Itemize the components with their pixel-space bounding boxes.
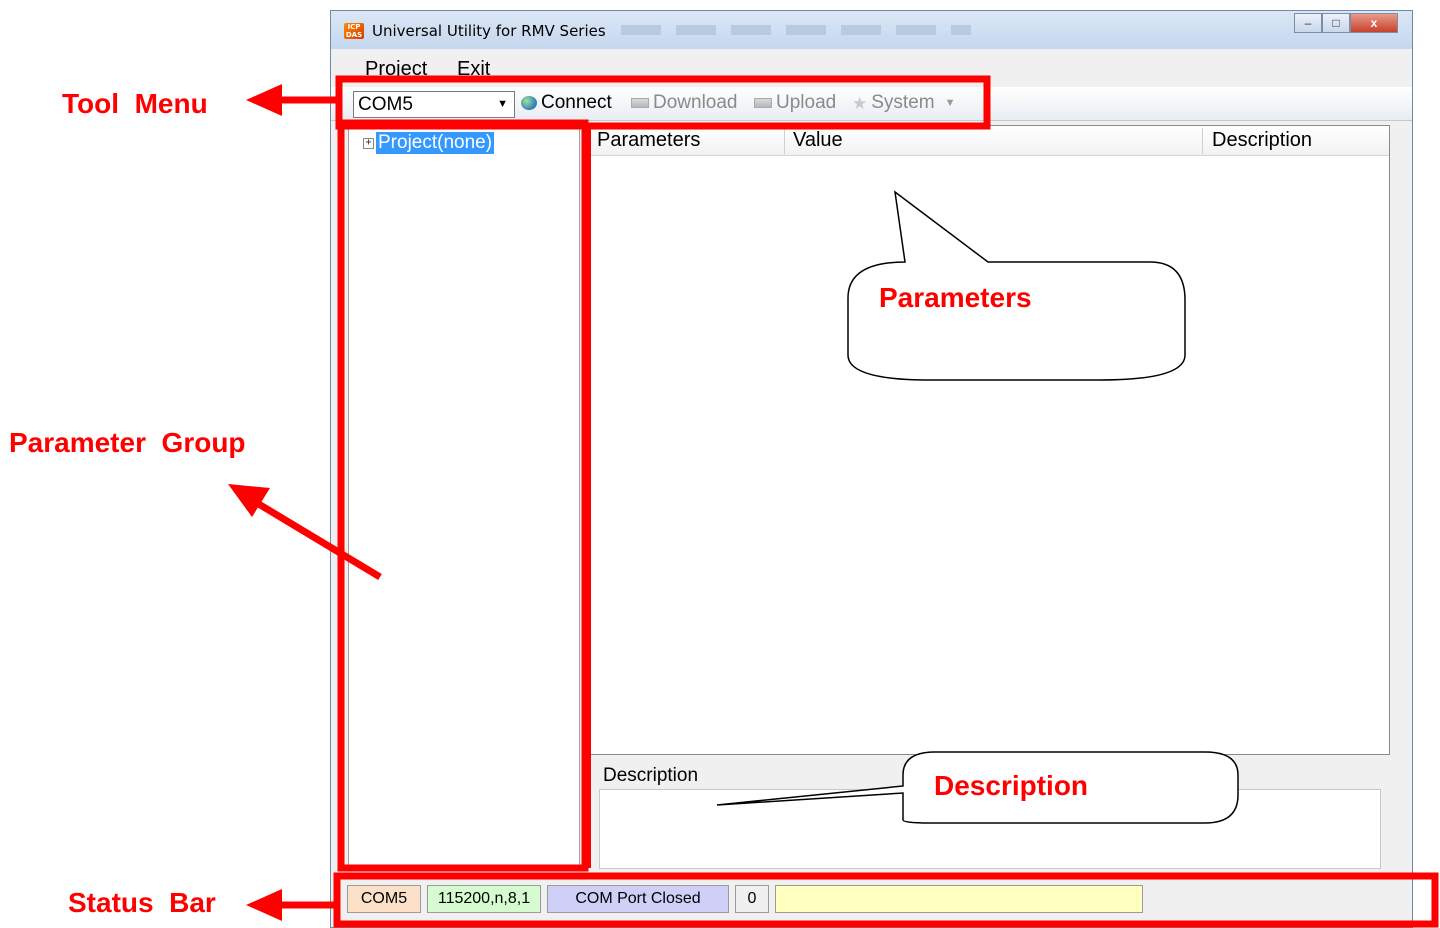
expand-icon[interactable]: + [363,137,374,149]
column-header-description[interactable]: Description [1212,129,1312,152]
toolbar: COM5 ▼ Connect Download Upload ★ System … [331,87,1412,121]
download-icon [631,98,649,108]
icp-das-logo-icon: ICP DAS [344,23,364,39]
tool-menu-arrow [246,84,339,116]
description-callout-text: Description [934,770,1089,801]
column-divider[interactable] [784,128,785,154]
tree-node-label: Project(none) [376,132,495,154]
star-icon: ★ [852,93,868,113]
column-divider[interactable] [1202,128,1203,154]
parameters-grid[interactable]: Parameters Value Description [587,125,1390,755]
blurred-title-area [621,25,971,35]
menu-bar: Project Exit [331,57,1412,83]
upload-label: Upload [776,92,837,113]
menu-exit[interactable]: Exit [457,58,490,81]
upload-icon [754,98,772,108]
com-port-select[interactable]: COM5 ▼ [353,91,515,118]
com-port-value: COM5 [358,94,413,115]
parameter-group-annotation: Parameter Group [9,427,246,458]
window-title: Universal Utility for RMV Series [372,22,606,40]
download-button[interactable]: Download [631,92,738,114]
status-bar-annotation: Status Bar [68,887,216,918]
status-connection-state: COM Port Closed [547,885,729,913]
grid-header: Parameters Value Description [588,126,1389,156]
chevron-down-icon: ▼ [497,98,508,110]
download-label: Download [653,92,738,113]
tree-node-project[interactable]: + Project(none) [363,132,495,154]
connect-label: Connect [541,92,612,113]
column-header-value[interactable]: Value [793,129,843,152]
status-message [775,885,1143,913]
status-bar: COM5 115200,n,8,1 COM Port Closed 0 [331,875,1412,923]
title-bar[interactable]: ICP DAS Universal Utility for RMV Series … [331,11,1412,49]
maximize-button[interactable]: □ [1322,13,1350,33]
chevron-down-icon: ▼ [944,97,956,109]
parameter-group-tree[interactable]: + Project(none) [348,127,580,869]
globe-icon [521,96,537,110]
app-window: ICP DAS Universal Utility for RMV Series … [330,10,1413,928]
menu-project[interactable]: Project [365,58,427,81]
close-button[interactable]: x [1350,13,1398,33]
status-count: 0 [735,885,769,913]
status-port: COM5 [347,885,421,913]
connect-button[interactable]: Connect [521,92,612,114]
system-dropdown-button[interactable]: ★ System ▼ [852,92,956,114]
system-label: System [871,92,935,113]
parameters-callout-text: Parameters [879,282,1032,313]
column-header-parameters[interactable]: Parameters [597,129,700,152]
window-controls: – □ x [1294,13,1398,33]
status-bar-arrow [246,889,337,921]
description-group-title: Description [603,765,701,787]
upload-button[interactable]: Upload [754,92,836,114]
minimize-button[interactable]: – [1294,13,1322,33]
status-settings: 115200,n,8,1 [427,885,541,913]
tool-menu-annotation: Tool Menu [62,88,208,119]
